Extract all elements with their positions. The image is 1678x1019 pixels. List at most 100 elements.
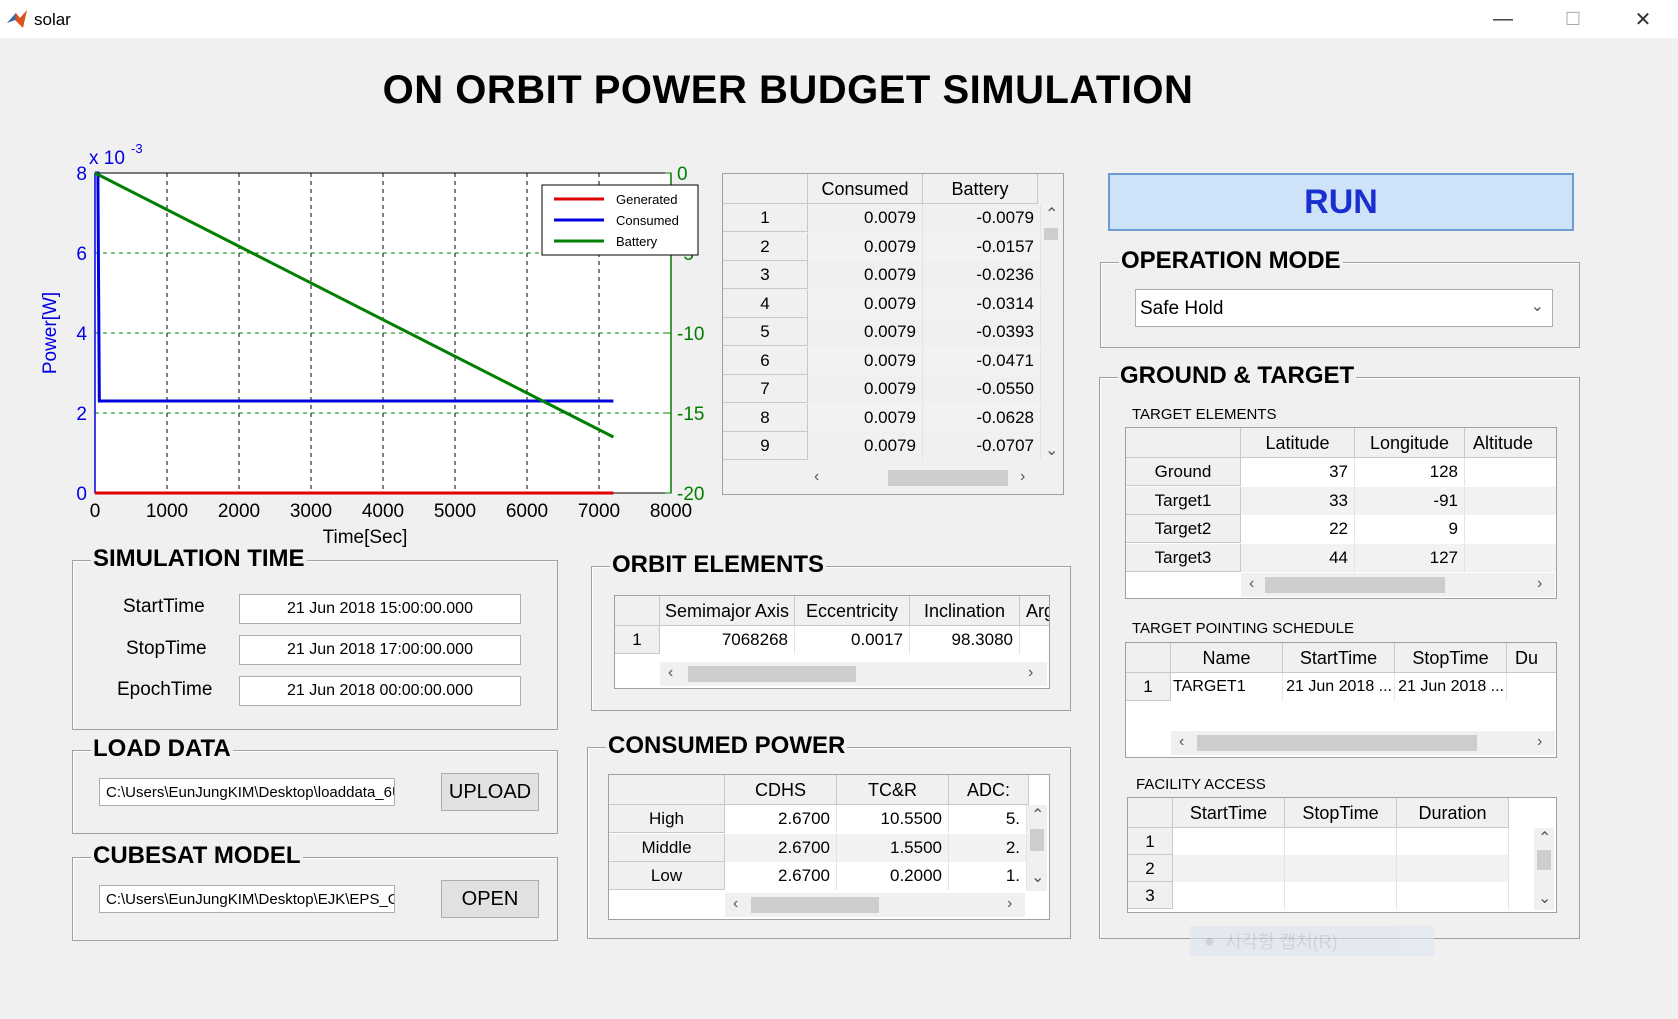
scroll-right-icon[interactable]: ›	[1028, 664, 1033, 682]
horizontal-scrollbar[interactable]: ‹ ›	[1241, 573, 1555, 597]
maximize-button[interactable]: ☐	[1538, 0, 1608, 38]
duration-cell[interactable]	[1397, 855, 1509, 882]
scrollbar-thumb[interactable]	[1197, 735, 1477, 751]
load-data-path-input[interactable]: C:\Users\EunJungKIM\Desktop\loaddata_6U.…	[99, 778, 395, 806]
consumed-cell[interactable]: 0.0079	[808, 204, 923, 232]
altitude-cell[interactable]	[1465, 543, 1556, 572]
battery-cell[interactable]: -0.0157	[923, 232, 1041, 261]
start-time-input[interactable]: 21 Jun 2018 15:00:00.000	[239, 594, 521, 624]
horizontal-scrollbar[interactable]: ‹ ›	[1171, 731, 1555, 755]
operation-mode-dropdown[interactable]: Safe Hold ⌄	[1135, 289, 1553, 327]
consumed-cell[interactable]: 0.0079	[808, 232, 923, 261]
start-time-cell[interactable]: 21 Jun 2018 ...	[1283, 673, 1395, 701]
scroll-left-icon[interactable]: ‹	[1249, 575, 1254, 593]
target-pointing-schedule-table[interactable]: Name StartTime StopTime Du 1 TARGET1 21 Ju…	[1125, 642, 1557, 758]
scroll-right-icon[interactable]: ›	[1007, 895, 1012, 913]
battery-table[interactable]: Consumed Battery 1 0.0079 -0.0079 2 0.0079 -0…	[722, 173, 1064, 495]
scrollbar-thumb[interactable]	[888, 470, 1008, 486]
longitude-cell[interactable]: 127	[1355, 543, 1465, 572]
open-button[interactable]: OPEN	[441, 880, 539, 918]
inclination-cell[interactable]: 98.3080	[910, 626, 1020, 654]
semimajor-axis-cell[interactable]: 7068268	[660, 626, 795, 654]
cdhs-cell[interactable]: 2.6700	[725, 833, 837, 862]
starttime-cell[interactable]	[1173, 855, 1285, 882]
facility-access-table[interactable]: StartTime StopTime Duration 123 ⌃ ⌄	[1127, 797, 1557, 913]
stop-time-input[interactable]: 21 Jun 2018 17:00:00.000	[239, 635, 521, 665]
vertical-scrollbar[interactable]: ⌃ ⌄	[1041, 204, 1061, 462]
scrollbar-thumb[interactable]	[1265, 577, 1445, 593]
minimize-button[interactable]: —	[1468, 0, 1538, 38]
name-cell[interactable]: TARGET1	[1171, 673, 1283, 701]
scroll-down-icon[interactable]: ⌄	[1031, 867, 1044, 887]
consumed-cell[interactable]: 0.0079	[808, 375, 923, 403]
stop-time-cell[interactable]: 21 Jun 2018 ...	[1395, 673, 1507, 701]
horizontal-scrollbar[interactable]: ‹ ›	[808, 466, 1038, 490]
consumed-cell[interactable]: 0.0079	[808, 346, 923, 375]
scroll-left-icon[interactable]: ‹	[668, 664, 673, 682]
scroll-right-icon[interactable]: ›	[1020, 468, 1025, 486]
scroll-right-icon[interactable]: ›	[1537, 575, 1542, 593]
battery-cell[interactable]: -0.0707	[923, 432, 1041, 460]
consumed-cell[interactable]: 0.0079	[808, 403, 923, 432]
battery-cell[interactable]: -0.0079	[923, 204, 1041, 232]
horizontal-scrollbar[interactable]: ‹ ›	[660, 662, 1047, 686]
scroll-left-icon[interactable]: ‹	[1179, 733, 1184, 751]
battery-cell[interactable]: -0.0236	[923, 261, 1041, 289]
consumed-cell[interactable]: 0.0079	[808, 289, 923, 318]
scroll-left-icon[interactable]: ‹	[814, 468, 819, 486]
upload-button[interactable]: UPLOAD	[441, 773, 539, 811]
longitude-cell[interactable]: 128	[1355, 458, 1465, 486]
starttime-cell[interactable]	[1173, 882, 1285, 909]
altitude-cell[interactable]	[1465, 486, 1556, 515]
tcr-cell[interactable]: 1.5500	[837, 833, 949, 862]
battery-cell[interactable]: -0.0550	[923, 375, 1041, 403]
cdhs-cell[interactable]: 2.6700	[725, 805, 837, 833]
stoptime-cell[interactable]	[1285, 855, 1397, 882]
altitude-cell[interactable]	[1465, 458, 1556, 486]
stoptime-cell[interactable]	[1285, 828, 1397, 855]
consumed-cell[interactable]: 0.0079	[808, 432, 923, 460]
scroll-up-icon[interactable]: ⌃	[1045, 204, 1058, 224]
cdhs-cell[interactable]: 2.6700	[725, 862, 837, 890]
scroll-left-icon[interactable]: ‹	[733, 895, 738, 913]
latitude-cell[interactable]: 44	[1241, 543, 1355, 572]
adcs-cell[interactable]: 5.	[949, 805, 1027, 833]
battery-cell[interactable]: -0.0314	[923, 289, 1041, 318]
adcs-cell[interactable]: 1.	[949, 862, 1027, 890]
scrollbar-thumb[interactable]	[1537, 850, 1551, 870]
consumed-cell[interactable]: 0.0079	[808, 318, 923, 346]
target-elements-table[interactable]: Latitude Longitude Altitude Ground 37 128 T…	[1125, 427, 1557, 599]
consumed-cell[interactable]: 0.0079	[808, 261, 923, 289]
adcs-cell[interactable]: 2.	[949, 833, 1027, 862]
scrollbar-thumb[interactable]	[751, 897, 879, 913]
consumed-power-table[interactable]: CDHS TC&R ADC: High 2.6700 10.5500 5. Middle…	[608, 774, 1050, 920]
altitude-cell[interactable]	[1465, 515, 1556, 543]
scroll-down-icon[interactable]: ⌄	[1045, 440, 1058, 460]
horizontal-scrollbar[interactable]: ‹ ›	[725, 893, 1025, 917]
scroll-down-icon[interactable]: ⌄	[1538, 888, 1551, 908]
stoptime-cell[interactable]	[1285, 882, 1397, 909]
duration-cell[interactable]	[1397, 828, 1509, 855]
starttime-cell[interactable]	[1173, 828, 1285, 855]
epoch-time-input[interactable]: 21 Jun 2018 00:00:00.000	[239, 676, 521, 706]
scrollbar-thumb[interactable]	[1030, 829, 1044, 851]
duration-cell[interactable]	[1397, 882, 1509, 909]
scrollbar-thumb[interactable]	[1044, 228, 1058, 240]
run-button[interactable]: RUN	[1108, 173, 1574, 231]
vertical-scrollbar[interactable]: ⌃ ⌄	[1027, 805, 1047, 891]
tcr-cell[interactable]: 0.2000	[837, 862, 949, 890]
orbit-elements-table[interactable]: Semimajor Axis Eccentricity Inclination …	[614, 595, 1050, 689]
vertical-scrollbar[interactable]: ⌃ ⌄	[1534, 828, 1554, 910]
latitude-cell[interactable]: 37	[1241, 458, 1355, 486]
scrollbar-thumb[interactable]	[688, 666, 856, 682]
battery-cell[interactable]: -0.0628	[923, 403, 1041, 432]
latitude-cell[interactable]: 33	[1241, 486, 1355, 515]
tcr-cell[interactable]: 10.5500	[837, 805, 949, 833]
close-button[interactable]: ✕	[1608, 0, 1678, 38]
scroll-right-icon[interactable]: ›	[1537, 733, 1542, 751]
longitude-cell[interactable]: 9	[1355, 515, 1465, 543]
longitude-cell[interactable]: -91	[1355, 486, 1465, 515]
latitude-cell[interactable]: 22	[1241, 515, 1355, 543]
battery-cell[interactable]: -0.0471	[923, 346, 1041, 375]
cubesat-model-path-input[interactable]: C:\Users\EunJungKIM\Desktop\EJK\EPS_GUI	[99, 885, 395, 913]
